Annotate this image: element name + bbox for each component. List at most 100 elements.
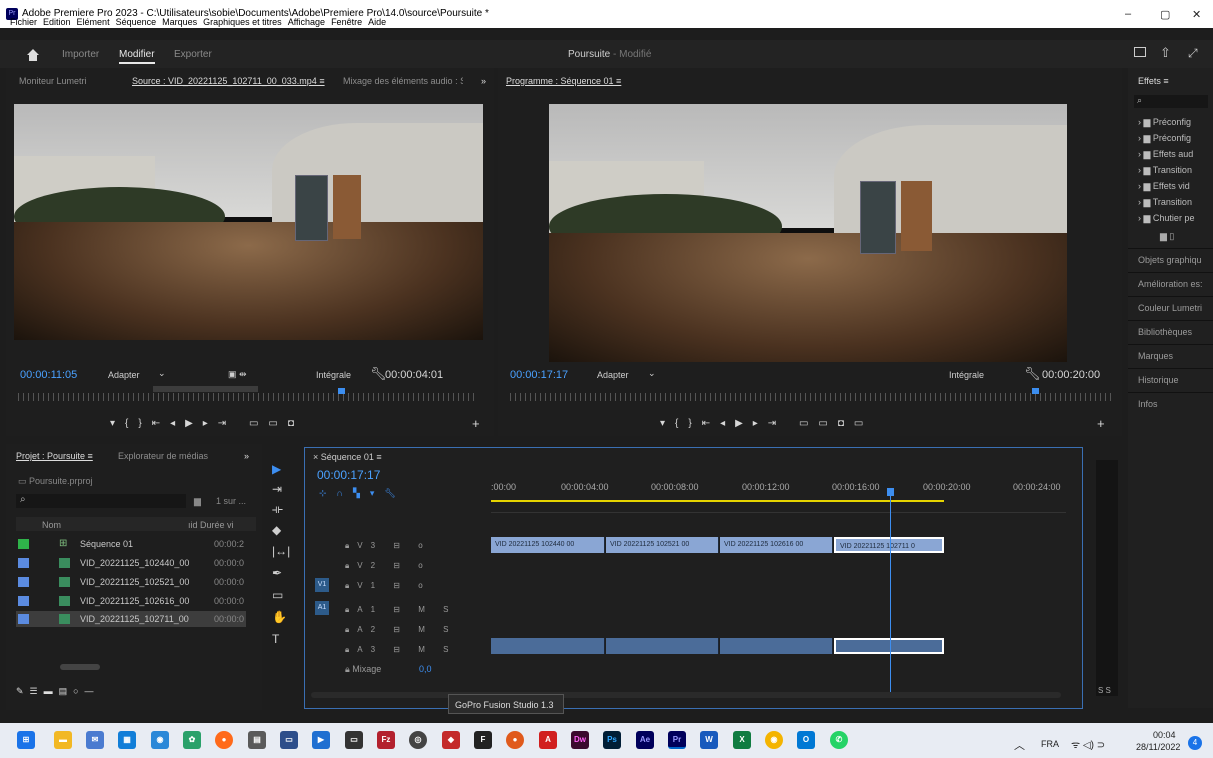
file-explorer-icon[interactable]: ▬ <box>54 731 72 749</box>
source-video-frame[interactable] <box>14 104 483 340</box>
slip-tool-icon[interactable]: |↔| <box>272 544 290 558</box>
effects-search-input[interactable]: ⌕ <box>1134 95 1208 108</box>
video-clip-selected[interactable]: VID 20221125 102711 0 <box>834 537 944 553</box>
audio-clip[interactable] <box>491 638 605 654</box>
tab-project[interactable]: Projet : Poursuite ≡ <box>16 451 93 461</box>
photos-icon[interactable]: ✿ <box>183 731 201 749</box>
tab-effects[interactable]: Effets ≡ <box>1138 76 1169 86</box>
list-item[interactable]: VID_20221125_102440_00 00:00:0 <box>16 555 246 571</box>
track-select-tool-icon[interactable]: ⇥ <box>272 482 282 496</box>
folder-item-bin[interactable]: › ▆ Chutier pe <box>1138 213 1194 224</box>
folder-item-audio-transitions[interactable]: › ▆ Transition <box>1138 165 1192 176</box>
monitor-app-icon[interactable]: ▭ <box>280 731 298 749</box>
acrobat-icon[interactable]: A <box>539 731 557 749</box>
timeline-ruler[interactable]: :00:00 00:00:04:00 00:00:08:00 00:00:12:… <box>491 466 1081 502</box>
fullscreen-icon[interactable]: ⤢ <box>1188 46 1198 61</box>
label-color-swatch[interactable] <box>18 614 29 624</box>
section-essential-sound[interactable]: Amélioration es: <box>1128 272 1213 294</box>
track-v1-header[interactable]: 🔒︎V1 ⊟ o <box>345 581 431 591</box>
insert-icon[interactable]: ▣ ⇹ <box>228 369 247 380</box>
folder-item-video-effects[interactable]: › ▆ Effets vid <box>1138 181 1190 192</box>
menu-marques[interactable]: Marques <box>162 17 197 27</box>
source-fit-select[interactable]: Adapter <box>108 370 140 380</box>
project-footer-tools[interactable]: ✎☰▬▤○— <box>16 686 100 697</box>
add-button-program[interactable]: + <box>1097 416 1105 431</box>
source-patch-v1[interactable]: V1 <box>315 578 329 592</box>
new-bin-icon[interactable]: ▆ <box>194 496 201 507</box>
chevron-down-icon[interactable]: ⌄ <box>158 368 166 379</box>
new-bin-icon[interactable]: ▆ ▯ <box>1160 231 1174 242</box>
whatsapp-icon[interactable]: ✆ <box>830 731 848 749</box>
vr-app-icon[interactable]: ◆ <box>442 731 460 749</box>
add-button-source[interactable]: + <box>472 416 480 431</box>
audio-clip[interactable] <box>720 638 833 654</box>
timeline-timecode[interactable]: 00:00:17:17 <box>317 468 380 482</box>
timeline-toolbar[interactable]: ⊹∩▚▾🔧︎ <box>319 488 406 499</box>
outlook-icon[interactable]: O <box>797 731 815 749</box>
list-item[interactable]: VID_20221125_102616_00 00:00:0 <box>16 593 246 609</box>
tab-program[interactable]: Programme : Séquence 01 ≡ <box>506 76 621 86</box>
store-icon[interactable]: ▦ <box>118 731 136 749</box>
program-fit-select[interactable]: Adapter <box>597 370 629 380</box>
label-color-swatch[interactable] <box>18 558 29 568</box>
timeline-playhead[interactable] <box>890 492 891 692</box>
network-volume-icons[interactable]: ᯤ ◁) ⊃ <box>1071 737 1105 751</box>
timeline-scrollbar[interactable] <box>311 692 1061 698</box>
source-quality-select[interactable]: Intégrale <box>316 370 351 380</box>
list-item[interactable]: VID_20221125_102521_00 00:00:0 <box>16 574 246 590</box>
calculator-icon[interactable]: ▤ <box>248 731 266 749</box>
video-clip[interactable]: VID 20221125 102440 00 <box>491 537 605 553</box>
ripple-edit-tool-icon[interactable]: ⟛ <box>272 502 283 517</box>
tab-sequence[interactable]: × Séquence 01 ≡ <box>313 452 382 462</box>
clock-date[interactable]: 28/11/2022 <box>1136 742 1180 752</box>
obs-icon[interactable]: ◎ <box>409 731 427 749</box>
list-item-selected[interactable]: VID_20221125_102711_00 00:00:0 <box>16 611 246 627</box>
firefox-icon[interactable]: ● <box>215 731 233 749</box>
razor-tool-icon[interactable]: ◆ <box>272 523 281 537</box>
share-icon[interactable]: ⇧ <box>1160 45 1171 61</box>
mix-volume[interactable]: 0,0 <box>419 664 432 674</box>
folder-item-presets[interactable]: › ▆ Préconfig <box>1138 117 1191 128</box>
menu-sequence[interactable]: Séquence <box>116 17 157 27</box>
section-history[interactable]: Historique <box>1128 368 1213 390</box>
quick-export-icon[interactable] <box>1134 47 1146 57</box>
section-lumetri-color[interactable]: Couleur Lumetri <box>1128 296 1213 318</box>
list-item[interactable]: ⊞ Séquence 01 00:00:2 <box>16 536 246 552</box>
project-search-input[interactable]: ⌕ <box>16 494 186 508</box>
section-libraries[interactable]: Bibliothèques <box>1128 320 1213 342</box>
tray-overflow-icon[interactable]: ︿ <box>1014 737 1025 753</box>
maximize-button[interactable]: ▢ <box>1160 8 1170 21</box>
video-clip[interactable]: VID 20221125 102616 00 <box>720 537 833 553</box>
pen-tool-icon[interactable]: ✒ <box>272 566 282 580</box>
audio-clip[interactable] <box>606 638 719 654</box>
fusion-studio-icon[interactable]: F <box>474 731 492 749</box>
tab-exporter[interactable]: Exporter <box>174 49 212 60</box>
tab-audio-mixer[interactable]: Mixage des éléments audio : S <box>343 76 463 86</box>
section-essential-graphics[interactable]: Objets graphiqu <box>1128 248 1213 270</box>
windows-start-icon[interactable]: ⊞ <box>17 731 35 749</box>
photoshop-icon[interactable]: Ps <box>603 731 621 749</box>
terminal-icon[interactable]: ▭ <box>345 731 363 749</box>
track-a3-header[interactable]: 🔒︎A3 ⊟ M S <box>345 645 456 655</box>
dreamweaver-icon[interactable]: Dw <box>571 731 589 749</box>
program-video-frame[interactable] <box>549 104 1067 362</box>
word-icon[interactable]: W <box>700 731 718 749</box>
type-tool-icon[interactable]: T <box>272 632 279 646</box>
program-playhead[interactable] <box>1032 388 1039 394</box>
section-info[interactable]: Infos <box>1128 392 1213 414</box>
overflow-tabs-button[interactable]: » <box>481 76 486 86</box>
source-patch-a1[interactable]: A1 <box>315 601 329 615</box>
source-playhead[interactable] <box>338 388 345 394</box>
track-v3-header[interactable]: 🔒︎V3 ⊟ o <box>345 541 431 551</box>
col-name[interactable]: Nom <box>42 520 61 530</box>
home-icon[interactable] <box>26 48 40 62</box>
tab-importer[interactable]: Importer <box>62 49 99 60</box>
audio-clip-selected[interactable] <box>834 638 944 654</box>
tab-media-browser[interactable]: Explorateur de médias <box>118 451 208 461</box>
media-player-icon[interactable]: ▶ <box>312 731 330 749</box>
clock-time[interactable]: 00:04 <box>1153 730 1176 740</box>
project-scrollbar[interactable] <box>60 664 100 670</box>
overflow-tabs-button[interactable]: » <box>244 451 249 461</box>
folder-item-video-transitions[interactable]: › ▆ Transition <box>1138 197 1192 208</box>
track-a1-header[interactable]: 🔒︎A1 ⊟ M S <box>345 605 456 615</box>
